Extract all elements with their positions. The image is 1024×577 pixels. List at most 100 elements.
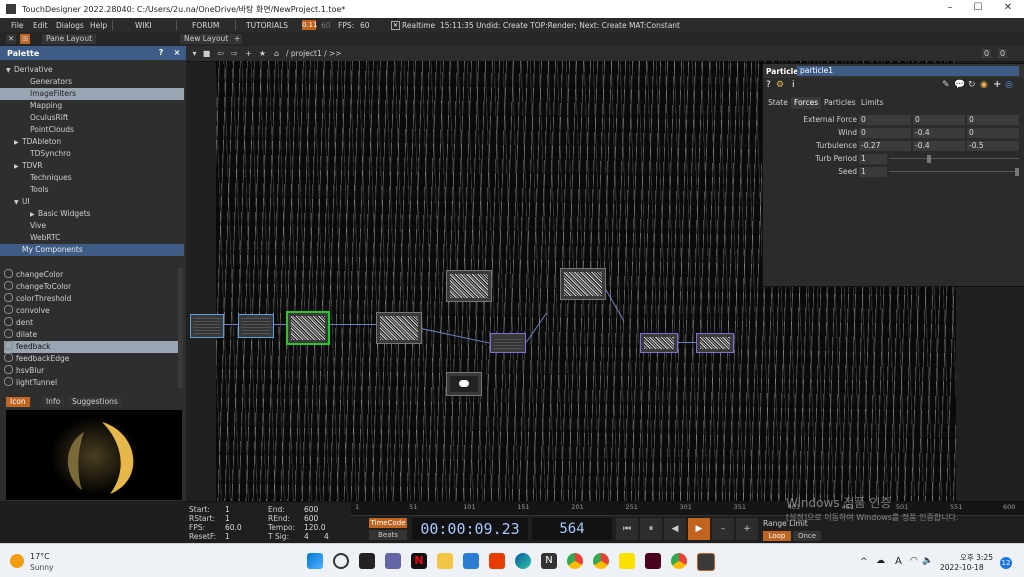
- palette-list-item[interactable]: lightTunnel: [4, 377, 178, 389]
- palette-close-button[interactable]: ×: [172, 48, 182, 58]
- palette-list-item[interactable]: changeColor: [4, 269, 178, 281]
- plus-icon[interactable]: +: [993, 79, 1001, 90]
- parameter-value-field[interactable]: 0: [913, 115, 965, 125]
- parameter-value-field[interactable]: 1: [859, 167, 887, 177]
- network-editor[interactable]: ▾ ■ ⇦ ⇨ + ★ ⌂ / project1 / >> 0 0 Partic…: [186, 46, 1024, 501]
- loop-button[interactable]: Loop: [763, 531, 791, 541]
- palette-tree-item[interactable]: Mapping: [0, 100, 184, 112]
- close-button[interactable]: ✕: [994, 2, 1022, 16]
- noise-node[interactable]: [560, 268, 606, 300]
- timecode-button[interactable]: TimeCode: [369, 518, 407, 528]
- tsig-value-1[interactable]: 4: [304, 532, 309, 541]
- pane-layout-button[interactable]: Pane Layout: [42, 34, 97, 44]
- operator-node[interactable]: [490, 333, 526, 353]
- network-option-0[interactable]: 0: [982, 49, 991, 58]
- frame-display[interactable]: 564: [532, 518, 612, 540]
- parameter-value-field[interactable]: 1: [859, 154, 887, 164]
- chrome-alt-icon[interactable]: [671, 553, 687, 569]
- target-icon[interactable]: ◎: [1005, 80, 1013, 90]
- increment-button[interactable]: +: [736, 518, 758, 540]
- palette-list-item[interactable]: convolve: [4, 305, 178, 317]
- home-icon[interactable]: ⌂: [272, 49, 281, 58]
- tab-info[interactable]: Info: [42, 397, 65, 407]
- palette-tree-item[interactable]: Techniques: [0, 172, 184, 184]
- pause-button[interactable]: ⏸: [640, 518, 662, 540]
- tab-suggestions[interactable]: Suggestions: [68, 397, 122, 407]
- rend-value[interactable]: 600: [304, 514, 318, 523]
- palette-tree-item[interactable]: ▶ TDAbleton: [0, 136, 184, 148]
- feedback-node[interactable]: [286, 311, 330, 345]
- op-icon[interactable]: ⚙: [776, 80, 784, 90]
- tab-forces[interactable]: Forces: [791, 97, 822, 109]
- kakaotalk-icon[interactable]: [619, 553, 635, 569]
- once-button[interactable]: Once: [793, 531, 821, 541]
- clock-time[interactable]: 오후 3:25: [960, 552, 993, 563]
- help-icon[interactable]: ?: [766, 80, 771, 90]
- end-value[interactable]: 600: [304, 505, 318, 514]
- add-layout-button[interactable]: +: [232, 34, 243, 44]
- parameter-value-field[interactable]: -0.27: [859, 141, 911, 151]
- noise-node[interactable]: [376, 312, 422, 344]
- menu-edit[interactable]: Edit: [33, 21, 48, 30]
- new-layout-button[interactable]: New Layout: [180, 34, 233, 44]
- palette-tree-item[interactable]: ▶ TDVR: [0, 160, 184, 172]
- tray-app-icon[interactable]: ☁: [876, 556, 885, 566]
- palette-tree-item[interactable]: ▶ Basic Widgets: [0, 208, 184, 220]
- palette-list-item[interactable]: dent: [4, 317, 178, 329]
- parameter-value-field[interactable]: 0: [967, 128, 1019, 138]
- parameter-slider[interactable]: [889, 171, 1019, 172]
- menu-icon[interactable]: ▾: [190, 49, 199, 58]
- operator-node[interactable]: [696, 333, 734, 353]
- tsig-value-2[interactable]: 4: [324, 532, 329, 541]
- palette-tree-item[interactable]: ▼ Derivative: [0, 64, 184, 76]
- start-value[interactable]: 1: [225, 505, 230, 514]
- clock-date[interactable]: 2022-10-18: [940, 563, 984, 572]
- teams-chat-icon[interactable]: [385, 553, 401, 569]
- decrement-button[interactable]: –: [712, 518, 734, 540]
- palette-tree-item[interactable]: TDSynchro: [0, 148, 184, 160]
- tempo-value[interactable]: 120.0: [304, 523, 325, 532]
- beats-button[interactable]: Beats: [369, 530, 407, 540]
- menu-file[interactable]: File: [11, 21, 24, 30]
- forum-link[interactable]: FORUM: [192, 21, 219, 30]
- notification-badge[interactable]: 12: [1000, 557, 1012, 569]
- back-icon[interactable]: ⇦: [216, 49, 225, 58]
- add-icon[interactable]: +: [244, 49, 253, 58]
- tab-state[interactable]: State: [765, 97, 791, 109]
- weather-temp[interactable]: 17°C: [30, 552, 50, 561]
- info-icon[interactable]: i: [792, 80, 795, 90]
- pane-close-icon[interactable]: ✕: [6, 34, 16, 44]
- palette-tree-item[interactable]: OculusRift: [0, 112, 184, 124]
- tab-limits[interactable]: Limits: [858, 97, 887, 109]
- parameter-value-field[interactable]: 0: [859, 128, 911, 138]
- forward-icon[interactable]: ⇨: [230, 49, 239, 58]
- parameter-value-field[interactable]: -0.4: [913, 128, 965, 138]
- ime-indicator[interactable]: A: [895, 556, 902, 567]
- timecode-display[interactable]: 00:00:09.23: [412, 518, 528, 540]
- palette-scrollbar[interactable]: [178, 268, 183, 388]
- parameter-slider-knob[interactable]: [926, 155, 931, 163]
- python-icon[interactable]: ◉: [980, 80, 988, 90]
- file-explorer-icon[interactable]: [437, 553, 453, 569]
- palette-tree-item[interactable]: Tools: [0, 184, 184, 196]
- parameter-slider-knob[interactable]: [1015, 168, 1019, 176]
- parameter-slider[interactable]: [889, 158, 1019, 159]
- office-icon[interactable]: [489, 553, 505, 569]
- palette-list-item[interactable]: feedback: [4, 341, 178, 353]
- palette-list-item[interactable]: hsvBlur: [4, 365, 178, 377]
- touchdesigner-icon[interactable]: [697, 553, 715, 571]
- resetf-value[interactable]: 1: [225, 532, 230, 541]
- pane-type-icon[interactable]: ⊞: [20, 34, 30, 44]
- maximize-button[interactable]: ☐: [964, 2, 992, 16]
- menu-dialogs[interactable]: Dialogs: [56, 21, 84, 30]
- palette-tree-item[interactable]: WebRTC: [0, 232, 184, 244]
- menu-help[interactable]: Help: [90, 21, 107, 30]
- chrome-profile-icon[interactable]: [593, 553, 609, 569]
- search-icon[interactable]: [333, 553, 349, 569]
- palette-tree-item[interactable]: ImageFilters: [0, 88, 184, 100]
- tab-icon[interactable]: Icon: [6, 397, 30, 407]
- chrome-icon[interactable]: [567, 553, 583, 569]
- edit-icon[interactable]: ✎: [942, 80, 950, 90]
- realtime-checkbox[interactable]: ✕: [391, 21, 400, 30]
- operator-node[interactable]: [640, 333, 678, 353]
